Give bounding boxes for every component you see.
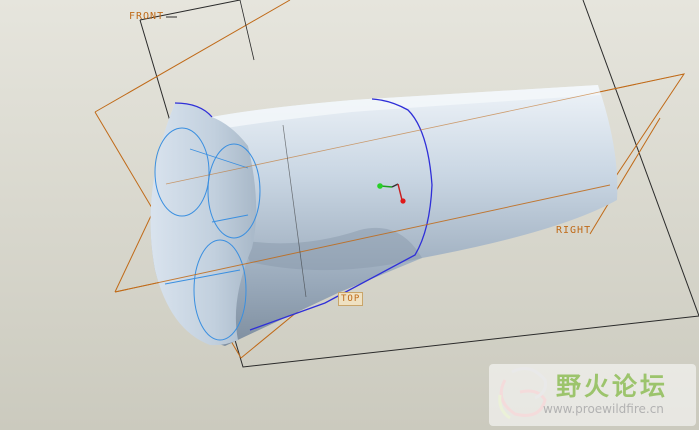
model-viewport[interactable]: FRONT RIGHT TOP 野火论坛 www.proewildfire.cn	[0, 0, 699, 430]
watermark-title: 野火论坛	[556, 372, 669, 401]
front-plane-label[interactable]: FRONT	[129, 11, 164, 23]
tube-model[interactable]	[150, 85, 618, 346]
watermark-url: www.proewildfire.cn	[543, 402, 664, 416]
right-plane-label[interactable]: RIGHT	[556, 225, 591, 237]
top-plane-label[interactable]: TOP	[338, 292, 364, 306]
